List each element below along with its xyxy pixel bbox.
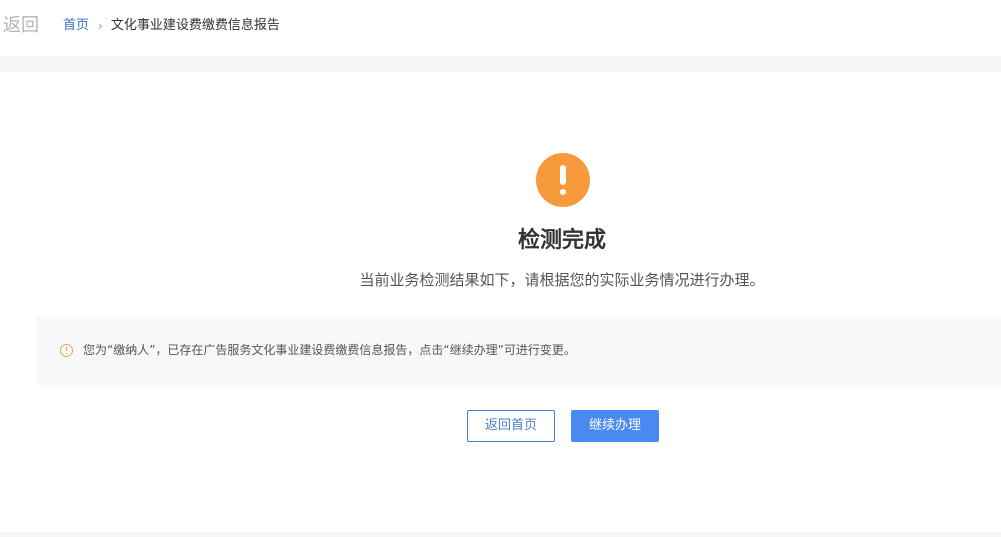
chevron-right-icon: › — [98, 19, 103, 33]
breadcrumb: 首页 › 文化事业建设费缴费信息报告 — [63, 16, 280, 36]
breadcrumb-home[interactable]: 首页 — [63, 16, 89, 36]
result-subtitle: 当前业务检测结果如下，请根据您的实际业务情况进行办理。 — [359, 271, 765, 289]
notice-text: 您为“缴纳人”，已存在广告服务文化事业建设费缴费信息报告，点击“继续办理”可进行… — [83, 343, 576, 357]
header-divider-band — [0, 56, 1001, 72]
info-warning-icon — [60, 344, 73, 357]
breadcrumb-current: 文化事业建设费缴费信息报告 — [110, 18, 280, 33]
return-home-button[interactable]: 返回首页 — [467, 410, 555, 442]
result-panel: 检测完成 当前业务检测结果如下，请根据您的实际业务情况进行办理。 您为“缴纳人”… — [0, 72, 1001, 532]
notice-box: 您为“缴纳人”，已存在广告服务文化事业建设费缴费信息报告，点击“继续办理”可进行… — [36, 317, 1001, 385]
back-link[interactable]: 返回 — [3, 14, 39, 38]
continue-button[interactable]: 继续办理 — [571, 410, 659, 442]
page: 返回 首页 › 文化事业建设费缴费信息报告 检测完成 当前业务检测结果如下，请根… — [0, 0, 1001, 537]
warning-icon — [536, 153, 590, 207]
top-bar: 返回 首页 › 文化事业建设费缴费信息报告 — [0, 0, 1001, 56]
bottom-divider — [0, 532, 1001, 537]
result-title: 检测完成 — [517, 228, 606, 253]
